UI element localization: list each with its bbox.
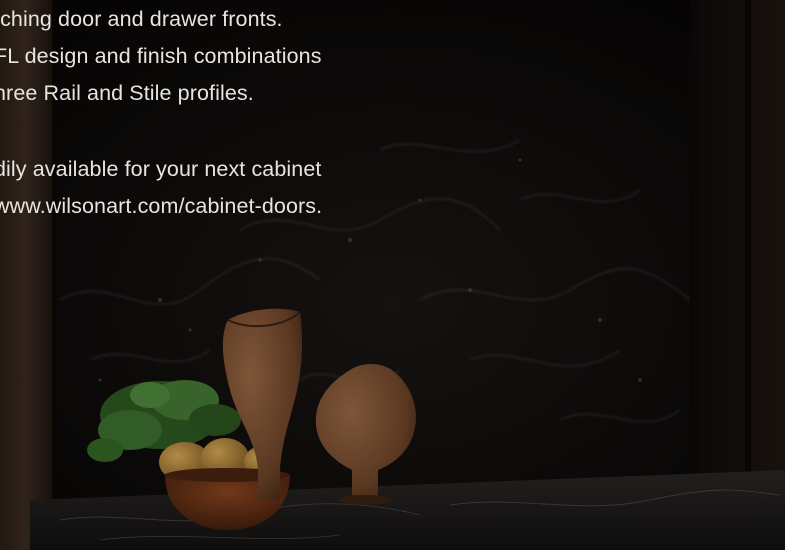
hero-line-1: tching door and drawer fronts.: [0, 7, 283, 31]
hero-copy: tching door and drawer fronts. FL design…: [0, 0, 554, 225]
hero-section: tching door and drawer fronts. FL design…: [0, 0, 785, 550]
hero-line-2: FL design and finish combinations: [0, 44, 322, 68]
hero-link-url[interactable]: www.wilsonart.com/cabinet-doors.: [0, 188, 554, 225]
hero-paragraph-1: tching door and drawer fronts. FL design…: [0, 1, 554, 112]
hero-paragraph-2: dily available for your next cabinet www…: [0, 151, 554, 225]
hero-line-4: dily available for your next cabinet: [0, 157, 322, 181]
hero-line-3: hree Rail and Stile profiles.: [0, 81, 254, 105]
